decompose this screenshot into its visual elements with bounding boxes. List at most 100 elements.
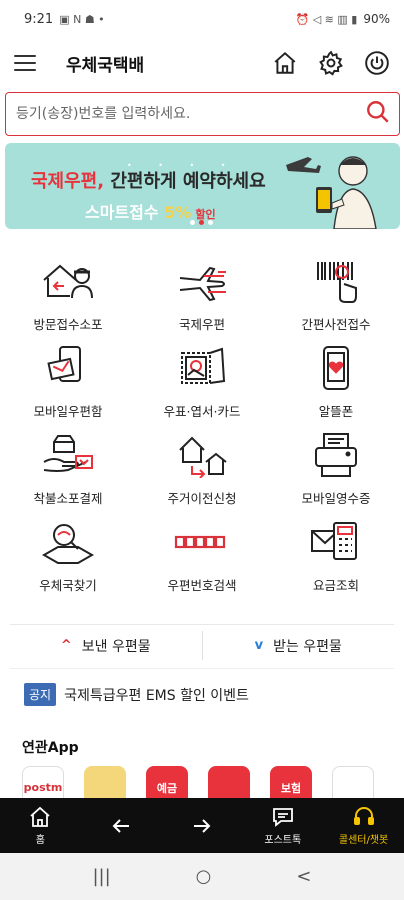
app-title: 우체국택배 [66, 55, 145, 76]
service-grid: 방문접수소포 국제우편 간편사전접수 모바일우편함 우표·엽서·카드 알뜰폰 착… [0, 250, 404, 598]
service-mobile-mailbox[interactable]: 모바일우편함 [1, 337, 135, 424]
service-label: 요금조회 [312, 578, 359, 593]
nav-home-label: 홈 [35, 835, 45, 846]
service-rate-inquiry[interactable]: 요금조회 [269, 511, 403, 598]
tracking-search-bar [5, 92, 400, 136]
system-home-icon[interactable]: ○ [196, 866, 212, 887]
system-status-icons: ⏰ ◁ ≋ ▥ ▮ [295, 12, 358, 26]
service-mobile-receipt[interactable]: 모바일영수증 [269, 424, 403, 511]
app-label: 예금 [156, 782, 178, 795]
nav-posttalk-label: 포스트톡 [264, 835, 302, 846]
battery-level: 90% [363, 12, 390, 26]
power-icon[interactable] [364, 50, 390, 76]
service-label: 우편번호검색 [167, 578, 237, 593]
app-bar: 우체국택배 [0, 38, 404, 88]
nav-forward-button[interactable] [162, 798, 243, 853]
service-label: 간편사전접수 [301, 317, 371, 332]
parcel-payment-icon [39, 431, 97, 479]
mobile-mailbox-icon [39, 344, 97, 392]
service-address-change[interactable]: 주거이전신청 [135, 424, 269, 511]
received-mail-label: 받는 우편물 [273, 638, 342, 655]
banner-headline-rest: 간편하게 예약하세요 [110, 171, 266, 192]
notice-text: 국제특급우편 EMS 할인 이벤트 [64, 687, 249, 704]
system-back-icon[interactable]: < [296, 866, 311, 887]
headset-icon [353, 807, 374, 825]
received-mail-button[interactable]: v 받는 우편물 [203, 625, 395, 666]
service-label: 우체국찾기 [39, 578, 97, 593]
pager-dot [190, 220, 195, 225]
banner-illustration [286, 156, 377, 229]
home-icon [30, 806, 50, 827]
chat-bubble-icon [272, 808, 293, 827]
system-navigation-bar: ||| ○ < [0, 853, 404, 900]
app-label: 보험 [280, 782, 302, 795]
recents-icon[interactable]: ||| [92, 866, 110, 887]
banner-headline: 국제우편, 간편하게 예약하세요 [31, 167, 266, 193]
banner-headline-red: 국제우편, [31, 171, 105, 192]
phone-heart-icon [307, 344, 365, 392]
related-app-4[interactable] [208, 766, 250, 798]
map-search-icon [39, 518, 97, 566]
postcode-boxes-icon [173, 518, 231, 566]
service-cod-parcel-payment[interactable]: 착불소포결제 [1, 424, 135, 511]
notification-icons: ▣ N ☗ • [59, 12, 105, 26]
service-label: 방문접수소포 [33, 317, 103, 332]
service-easy-pre-registration[interactable]: 간편사전접수 [269, 250, 403, 337]
service-label: 착불소포결제 [33, 491, 103, 506]
divider [10, 668, 394, 669]
service-label: 주거이전신청 [167, 491, 237, 506]
service-label: 모바일영수증 [301, 491, 371, 506]
pager-dot-active [199, 220, 204, 225]
related-app-insurance[interactable]: 보험 [270, 766, 312, 798]
sent-mail-button[interactable]: ^ 보낸 우편물 [10, 625, 202, 666]
related-app-savings[interactable]: 예금 [146, 766, 188, 798]
mail-direction-toggle: ^ 보낸 우편물 v 받는 우편물 [10, 624, 394, 666]
sent-mail-label: 보낸 우편물 [81, 638, 151, 655]
related-app-postm[interactable]: postm [22, 766, 64, 798]
service-label: 모바일우편함 [33, 404, 103, 419]
nav-posttalk-button[interactable]: 포스트톡 [242, 798, 323, 853]
notice-badge: 공지 [24, 683, 57, 706]
related-app-2[interactable] [84, 766, 126, 798]
nav-home-button[interactable]: 홈 [0, 798, 81, 853]
banner-discount-rate: 5% [164, 203, 192, 222]
related-app-6[interactable] [332, 766, 374, 798]
caret-up-icon: ^ [60, 638, 72, 653]
related-apps-row: postm 예금 보험 [22, 766, 382, 798]
service-find-post-office[interactable]: 우체국찾기 [1, 511, 135, 598]
stamp-icon [173, 344, 231, 392]
related-apps-title: 연관App [22, 740, 79, 756]
caret-down-icon: v [254, 638, 264, 653]
arrow-right-icon [193, 818, 211, 833]
nav-callcenter-button[interactable]: 콜센터/챗봇 [323, 798, 404, 853]
search-icon[interactable] [365, 99, 391, 129]
barcode-tap-icon [307, 257, 365, 305]
menu-icon[interactable] [14, 55, 36, 71]
service-budget-phone[interactable]: 알뜰폰 [269, 337, 403, 424]
banner-smart-label: 스마트접수 [85, 203, 165, 222]
service-stamps-postcards[interactable]: 우표·엽서·카드 [135, 337, 269, 424]
airplane-icon [173, 257, 231, 305]
home-icon[interactable] [272, 50, 298, 76]
banner-pager [190, 220, 213, 225]
receipt-printer-icon [307, 431, 365, 479]
nav-back-button[interactable] [81, 798, 162, 853]
notice-banner[interactable]: 공지 국제특급우편 EMS 할인 이벤트 [24, 683, 249, 706]
status-time: 9:21 [24, 11, 54, 27]
house-move-icon [173, 431, 231, 479]
pager-dot [208, 220, 213, 225]
calculator-envelope-icon [307, 518, 365, 566]
service-postcode-search[interactable]: 우편번호검색 [135, 511, 269, 598]
nav-callcenter-label: 콜센터/챗봇 [338, 835, 389, 846]
service-international-mail[interactable]: 국제우편 [135, 250, 269, 337]
tracking-number-input[interactable] [16, 106, 365, 122]
app-label: postm [23, 781, 63, 794]
service-visit-parcel-pickup[interactable]: 방문접수소포 [1, 250, 135, 337]
bottom-navigation: 홈 포스트톡 콜센터/챗봇 [0, 798, 404, 853]
promo-banner[interactable]: • • • • 국제우편, 간편하게 예약하세요 스마트접수 5% 할인 [5, 143, 400, 229]
settings-gear-icon[interactable] [318, 50, 344, 76]
visit-pickup-icon [39, 257, 97, 305]
status-bar: 9:21 ▣ N ☗ • ⏰ ◁ ≋ ▥ ▮ 90% [0, 0, 404, 38]
arrow-left-icon [112, 818, 130, 833]
service-label: 알뜰폰 [318, 404, 354, 419]
